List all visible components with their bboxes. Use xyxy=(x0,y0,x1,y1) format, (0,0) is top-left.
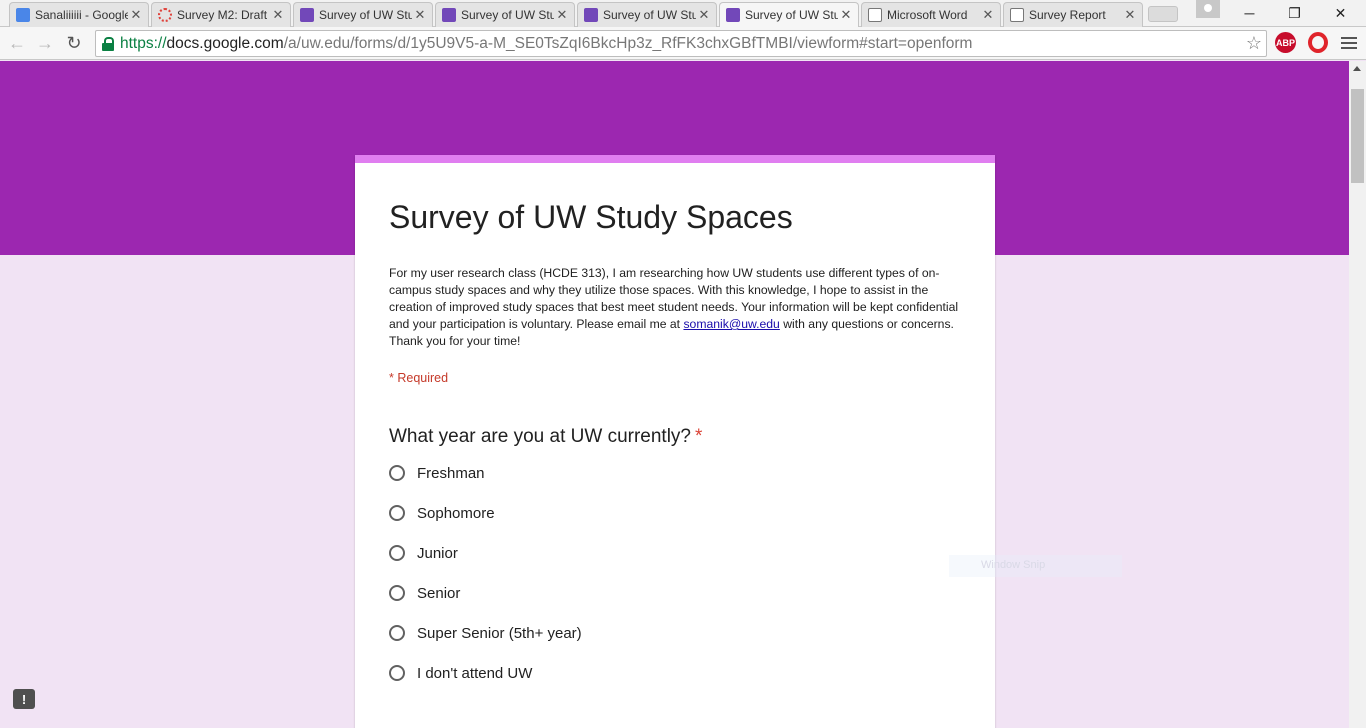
radio-button[interactable] xyxy=(389,665,405,681)
radio-button[interactable] xyxy=(389,505,405,521)
radio-option-label: Super Senior (5th+ year) xyxy=(417,624,582,642)
email-link[interactable]: somanik@uw.edu xyxy=(683,317,779,331)
radio-option[interactable]: I don't attend UW xyxy=(389,661,532,685)
tab-label: Survey Report xyxy=(1029,8,1106,22)
form-accent-bar xyxy=(355,155,995,163)
forms-icon xyxy=(726,8,740,22)
page-viewport: Survey of UW Study Spaces For my user re… xyxy=(0,61,1349,728)
tab-close-icon[interactable]: ✕ xyxy=(1124,7,1136,23)
radio-button[interactable] xyxy=(389,465,405,481)
scroll-thumb[interactable] xyxy=(1351,89,1364,183)
browser-tab[interactable]: Survey of UW Study✕ xyxy=(435,2,575,27)
url-scheme: https:// xyxy=(120,34,167,52)
back-button[interactable]: ← xyxy=(5,31,29,55)
forms-icon xyxy=(300,8,314,22)
tab-close-icon[interactable]: ✕ xyxy=(130,7,142,23)
lock-icon xyxy=(102,36,114,51)
url-host: docs.google.com xyxy=(166,34,284,52)
browser-tab[interactable]: Survey Report ✕ xyxy=(1003,2,1143,27)
radio-option-label: Freshman xyxy=(417,464,485,482)
form-title: Survey of UW Study Spaces xyxy=(389,199,793,235)
tab-label: Survey of UW Study xyxy=(745,8,838,22)
radio-option-label: Junior xyxy=(417,544,458,562)
radio-option-label: I don't attend UW xyxy=(417,664,533,682)
bookmark-star-icon[interactable]: ☆ xyxy=(1246,33,1262,54)
page-icon xyxy=(1010,8,1024,22)
loading-icon xyxy=(158,8,172,22)
tab-close-icon[interactable]: ✕ xyxy=(982,7,994,23)
form-card: Survey of UW Study Spaces For my user re… xyxy=(355,155,995,728)
tab-label: Survey of UW Study xyxy=(461,8,554,22)
required-marker: * xyxy=(695,426,703,447)
tab-close-icon[interactable]: ✕ xyxy=(272,7,284,23)
close-window-button[interactable]: ✕ xyxy=(1318,0,1363,26)
menu-icon[interactable] xyxy=(1341,31,1357,55)
browser-toolbar: ← → ↻ https://docs.google.com/a/uw.edu/f… xyxy=(0,27,1366,60)
reload-button[interactable]: ↻ xyxy=(62,31,86,55)
tab-close-icon[interactable]: ✕ xyxy=(698,7,710,23)
docs-icon xyxy=(16,8,30,22)
tab-strip: Sanaliiiiii - Google ✕ Survey M2: Draft ✕ Su… xyxy=(0,0,1366,27)
browser-tab[interactable]: Survey of UW Study✕ xyxy=(293,2,433,27)
tab-close-icon[interactable]: ✕ xyxy=(414,7,426,23)
radio-button[interactable] xyxy=(389,545,405,561)
forms-icon xyxy=(584,8,598,22)
minimize-button[interactable]: ─ xyxy=(1227,0,1272,26)
profile-icon[interactable] xyxy=(1196,0,1220,18)
feedback-icon[interactable]: ! xyxy=(13,689,35,709)
radio-option[interactable]: Super Senior (5th+ year) xyxy=(389,621,582,645)
restore-button[interactable]: ❐ xyxy=(1272,0,1317,26)
radio-option[interactable]: Freshman xyxy=(389,461,485,485)
tab-label: Microsoft Word xyxy=(887,8,968,22)
url-path: /a/uw.edu/forms/d/1y5U9V5-a-M_SE0TsZqI6B… xyxy=(283,34,973,52)
tab-label: Survey M2: Draft xyxy=(177,8,268,22)
forward-button[interactable]: → xyxy=(33,31,57,55)
browser-tab[interactable]: Sanaliiiiii - Google ✕ xyxy=(9,2,149,27)
browser-tab[interactable]: Survey of UW Study✕ xyxy=(719,2,859,27)
required-note: * Required xyxy=(389,371,449,385)
tab-label: Survey of UW Study xyxy=(319,8,412,22)
question-text: What year are you at UW currently? xyxy=(389,426,691,447)
scrollbar[interactable] xyxy=(1349,61,1366,728)
form-description: For my user research class (HCDE 313), I… xyxy=(389,265,967,350)
radio-button[interactable] xyxy=(389,625,405,641)
tab-label: Sanaliiiiii - Google xyxy=(35,8,128,22)
radio-option[interactable]: Sophomore xyxy=(389,501,495,525)
radio-option-label: Senior xyxy=(417,584,461,602)
radio-button[interactable] xyxy=(389,585,405,601)
browser-tab[interactable]: Survey of UW Study✕ xyxy=(577,2,717,27)
tab-close-icon[interactable]: ✕ xyxy=(840,7,852,23)
address-bar[interactable]: https://docs.google.com/a/uw.edu/forms/d… xyxy=(95,30,1267,57)
adblock-icon[interactable]: ABP xyxy=(1275,32,1296,53)
forms-icon xyxy=(442,8,456,22)
tab-label: Survey of UW Study xyxy=(603,8,696,22)
radio-option[interactable]: Senior xyxy=(389,581,460,605)
question-title: What year are you at UW currently? * xyxy=(389,426,702,448)
opera-icon[interactable] xyxy=(1308,32,1328,53)
tab-close-icon[interactable]: ✕ xyxy=(556,7,568,23)
browser-tab[interactable]: Survey M2: Draft ✕ xyxy=(151,2,291,27)
new-tab-button[interactable] xyxy=(1148,6,1178,22)
scroll-up-arrow[interactable] xyxy=(1353,66,1361,71)
browser-tab[interactable]: Microsoft Word ✕ xyxy=(861,2,1001,27)
page-icon xyxy=(868,8,882,22)
radio-option-label: Sophomore xyxy=(417,504,495,522)
window-snip-overlay: Window Snip xyxy=(949,555,1122,577)
radio-option[interactable]: Junior xyxy=(389,541,458,565)
